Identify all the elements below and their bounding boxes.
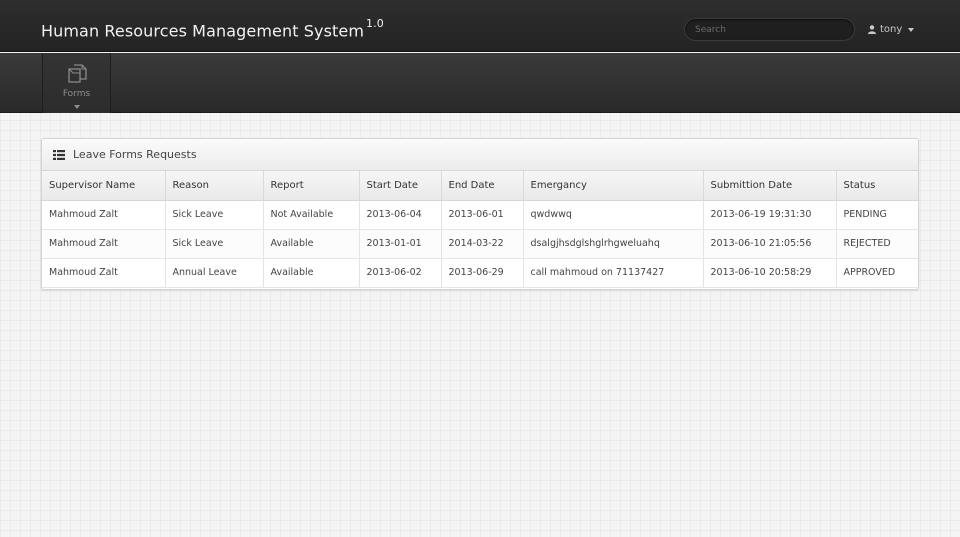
cell-status: APPROVED bbox=[836, 258, 918, 288]
column-header[interactable]: Start Date bbox=[359, 171, 442, 201]
cell-emergency: dsalgjhsdglshglrhgweluahq bbox=[523, 229, 704, 259]
user-icon bbox=[868, 25, 876, 34]
cell-supervisor: Mahmoud Zalt bbox=[42, 229, 166, 259]
search-input[interactable] bbox=[684, 18, 855, 41]
user-menu[interactable]: tony bbox=[868, 24, 915, 35]
table-row[interactable]: Mahmoud Zalt Sick Leave Available 2013-0… bbox=[42, 229, 918, 259]
leave-requests-table: Supervisor Name Reason Report Start Date… bbox=[42, 171, 918, 288]
chevron-down-icon bbox=[908, 27, 915, 32]
cell-start-date: 2013-01-01 bbox=[359, 229, 442, 259]
user-name: tony bbox=[880, 24, 903, 35]
leave-requests-panel: Leave Forms Requests Supervisor Name Rea… bbox=[41, 138, 919, 290]
app-title-text: Human Resources Management System bbox=[41, 21, 365, 41]
cell-emergency: qwdwwq bbox=[523, 200, 704, 230]
top-navbar: Human Resources Management System1.0 ton… bbox=[0, 0, 960, 52]
column-header[interactable]: Reason bbox=[165, 171, 264, 201]
nav-item-label: Forms bbox=[62, 89, 91, 99]
cell-reason: Sick Leave bbox=[165, 229, 264, 259]
cell-start-date: 2013-06-04 bbox=[359, 200, 442, 230]
panel-title: Leave Forms Requests bbox=[73, 148, 197, 161]
table-header-row: Supervisor Name Reason Report Start Date… bbox=[42, 171, 918, 201]
list-icon bbox=[53, 149, 65, 160]
cell-supervisor: Mahmoud Zalt bbox=[42, 258, 166, 288]
cell-reason: Sick Leave bbox=[165, 200, 264, 230]
cell-end-date: 2014-03-22 bbox=[441, 229, 524, 259]
cell-status: REJECTED bbox=[836, 229, 918, 259]
column-header[interactable]: Submittion Date bbox=[703, 171, 837, 201]
cell-submission-date: 2013-06-10 21:05:56 bbox=[703, 229, 837, 259]
nav-item-forms[interactable]: Forms bbox=[42, 53, 111, 113]
cell-end-date: 2013-06-29 bbox=[441, 258, 524, 288]
forms-icon bbox=[68, 64, 87, 83]
column-header[interactable]: Supervisor Name bbox=[42, 171, 166, 201]
cell-status: PENDING bbox=[836, 200, 918, 230]
cell-submission-date: 2013-06-19 19:31:30 bbox=[703, 200, 837, 230]
cell-report: Not Available bbox=[263, 200, 360, 230]
app-title[interactable]: Human Resources Management System 1.0 bbox=[41, 17, 384, 41]
cell-reason: Annual Leave bbox=[165, 258, 264, 288]
column-header[interactable]: End Date bbox=[441, 171, 524, 201]
cell-emergency: call mahmoud on 71137427 bbox=[523, 258, 704, 288]
cell-end-date: 2013-06-01 bbox=[441, 200, 524, 230]
column-header[interactable]: Status bbox=[836, 171, 918, 201]
cell-supervisor: Mahmoud Zalt bbox=[42, 200, 166, 230]
cell-submission-date: 2013-06-10 20:58:29 bbox=[703, 258, 837, 288]
column-header[interactable]: Report bbox=[263, 171, 360, 201]
table-row[interactable]: Mahmoud Zalt Sick Leave Not Available 20… bbox=[42, 200, 918, 230]
cell-report: Available bbox=[263, 258, 360, 288]
app-version: 1.0 bbox=[366, 17, 384, 30]
table-row[interactable]: Mahmoud Zalt Annual Leave Available 2013… bbox=[42, 258, 918, 288]
column-header[interactable]: Emergancy bbox=[523, 171, 704, 201]
cell-report: Available bbox=[263, 229, 360, 259]
cell-start-date: 2013-06-02 bbox=[359, 258, 442, 288]
sub-navbar: Forms bbox=[0, 53, 960, 113]
chevron-down-icon bbox=[74, 105, 80, 109]
panel-header: Leave Forms Requests bbox=[42, 139, 918, 171]
